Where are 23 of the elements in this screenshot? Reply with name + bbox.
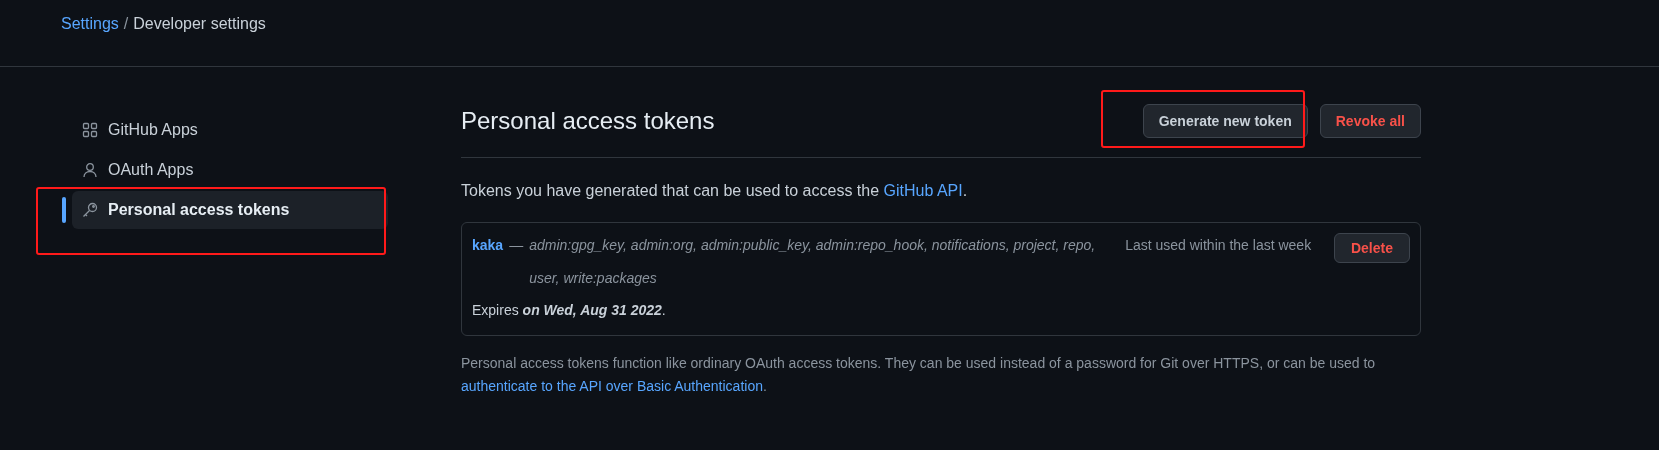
sidebar-item[interactable]: OAuth Apps xyxy=(72,151,388,189)
auth-link[interactable]: authenticate to the API over Basic Authentication xyxy=(461,378,763,394)
last-used-text: Last used within the last week xyxy=(1125,236,1312,255)
generate-button[interactable]: Generate new token xyxy=(1142,104,1308,138)
selection-indicator xyxy=(62,197,66,223)
footer-text: Personal access tokens function like ordinary OAuth access tokens. They can be used instead of a password for Git over HTTPS, or can be used to authenticate to the API over Basic Authentication. xyxy=(461,354,1377,396)
person-icon xyxy=(82,162,98,178)
revoke-button[interactable]: Revoke all xyxy=(1319,104,1421,138)
key-icon xyxy=(82,202,98,218)
grid-icon xyxy=(82,122,98,138)
breadcrumb-current: Developer settings xyxy=(133,15,266,33)
token-scopes: admin:gpg_key, admin:org, admin:public_key, admin:repo_hook, notifications, project, repo, user, write:packages xyxy=(529,236,1097,288)
dash-text: — xyxy=(509,236,524,255)
sidebar-item[interactable]: Personal access tokens xyxy=(72,191,388,229)
token-name-link[interactable]: kaka xyxy=(472,229,504,262)
sidebar-item[interactable]: GitHub Apps xyxy=(72,111,388,149)
api-link[interactable]: GitHub API xyxy=(883,182,963,199)
intro-text: Tokens you have generated that can be used to access the GitHub API. xyxy=(461,182,969,200)
breadcrumb-separator: / xyxy=(123,15,129,33)
breadcrumb-link[interactable]: Settings xyxy=(61,15,119,33)
expiry-text: Expires on Wed, Aug 31 2022. xyxy=(472,301,667,320)
delete-button[interactable]: Delete xyxy=(1333,233,1410,263)
page-title: Personal access tokens xyxy=(461,107,715,135)
